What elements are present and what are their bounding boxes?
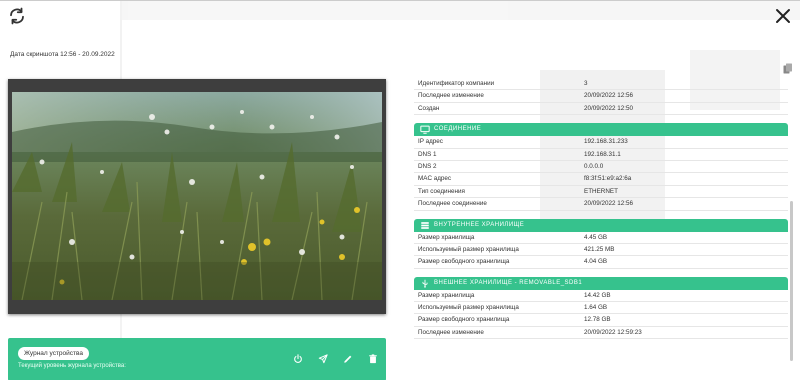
- info-value: 4.04 GB: [584, 258, 608, 266]
- info-value: 4.45 GB: [584, 233, 608, 241]
- info-value: 20/09/2022 12:56: [584, 200, 634, 208]
- info-key: DNS 1: [418, 150, 437, 158]
- screenshot-date: Дата скриншота 12:56 - 20.09.2022: [10, 51, 115, 58]
- external-storage-section: Внешнее хранилище - REMOVABLE_SDB1 Разме…: [414, 276, 788, 340]
- info-value: f8:3f:51:e9:a2:6a: [584, 175, 632, 183]
- section-header: Внешнее хранилище - REMOVABLE_SDB1: [414, 276, 788, 290]
- info-key: IP адрес: [418, 138, 443, 146]
- info-value: 1.64 GB: [584, 304, 608, 312]
- info-key: Последнее соединение: [418, 200, 487, 208]
- info-key: Размер хранилища: [418, 233, 475, 241]
- log-actions: [293, 354, 378, 364]
- info-row: IP адрес 192.168.31.233: [414, 136, 788, 149]
- device-log-panel: Журнал устройства Текущий уровень журнал…: [8, 338, 386, 380]
- monitor-icon: [420, 125, 430, 134]
- close-icon[interactable]: [774, 7, 792, 25]
- device-log-badge[interactable]: Журнал устройства: [18, 347, 90, 360]
- info-row: Последнее соединение 20/09/2022 12:56: [414, 198, 788, 211]
- info-key: Используемый размер хранилища: [418, 304, 519, 312]
- usb-icon: [422, 279, 428, 288]
- info-value: 3: [584, 80, 588, 87]
- info-key: DNS 2: [418, 162, 437, 170]
- internal-storage-section: Внутреннее хранилище Размер хранилища 4.4…: [414, 218, 788, 269]
- info-row: DNS 2 0.0.0.0: [414, 161, 788, 174]
- info-row: MAC адрес f8:3f:51:e9:a2:6a: [414, 173, 788, 186]
- info-row: Размер свободного хранилища 12.78 GB: [414, 314, 788, 327]
- scrollbar[interactable]: [790, 201, 793, 361]
- send-icon[interactable]: [318, 354, 328, 364]
- log-level-label: Текущий уровень журнала устройства:: [18, 363, 126, 369]
- info-value: 12.78 GB: [584, 316, 611, 324]
- info-value: 0.0.0.0: [584, 162, 604, 170]
- info-key: Используемый размер хранилища: [418, 245, 519, 253]
- meadow-image: [12, 92, 382, 300]
- info-key: Последнее изменение: [418, 328, 484, 336]
- screenshot-preview: [8, 79, 386, 314]
- device-info: Идентификатор компании 3 Последнее измене…: [414, 78, 788, 340]
- general-rows: Идентификатор компании 3 Последнее измене…: [414, 78, 788, 116]
- info-row: Создан 20/09/2022 12:50: [414, 103, 788, 116]
- power-icon[interactable]: [293, 354, 303, 364]
- info-value: 20/09/2022 12:50: [584, 104, 634, 112]
- info-key: Размер хранилища: [418, 291, 475, 299]
- info-row: Размер свободного хранилища 4.04 GB: [414, 256, 788, 269]
- info-key: Размер свободного хранилища: [418, 316, 510, 324]
- info-value: 421.25 MB: [584, 245, 615, 253]
- info-key: Последнее изменение: [418, 92, 484, 100]
- info-value: 20/09/2022 12:59:23: [584, 328, 642, 336]
- section-title: Внутреннее хранилище: [434, 221, 525, 228]
- list-icon: [421, 221, 429, 229]
- section-header: Соединение: [414, 123, 788, 137]
- info-key: Размер свободного хранилища: [418, 258, 510, 266]
- info-value: 192.168.31.1: [584, 150, 621, 158]
- section-header: Внутреннее хранилище: [414, 218, 788, 232]
- info-value: ETHERNET: [584, 187, 618, 195]
- info-key: Тип соединения: [418, 187, 465, 195]
- info-key: MAC адрес: [418, 175, 452, 183]
- info-key: Создан: [418, 104, 440, 112]
- info-row: Размер хранилища 4.45 GB: [414, 232, 788, 244]
- info-row: DNS 1 192.168.31.1: [414, 149, 788, 161]
- refresh-icon[interactable]: [8, 7, 26, 25]
- trash-icon[interactable]: [368, 354, 378, 364]
- info-row: Идентификатор компании 3: [414, 78, 788, 91]
- info-value: 14.42 GB: [584, 291, 611, 299]
- info-row: Последнее изменение 20/09/2022 12:59:23: [414, 327, 788, 340]
- info-key: Идентификатор компании: [418, 80, 495, 87]
- copy-icon[interactable]: [783, 63, 793, 75]
- section-title: Соединение: [434, 126, 482, 133]
- info-row: Используемый размер хранилища 421.25 MB: [414, 244, 788, 257]
- info-row: Размер хранилища 14.42 GB: [414, 290, 788, 303]
- info-row: Тип соединения ETHERNET: [414, 186, 788, 199]
- info-row: Последнее изменение 20/09/2022 12:56: [414, 90, 788, 103]
- info-value: 20/09/2022 12:56: [584, 92, 634, 100]
- connection-section: Соединение IP адрес 192.168.31.233 DNS 1 1…: [414, 123, 788, 211]
- edit-icon[interactable]: [343, 354, 353, 364]
- device-screenshot-modal: Дата скриншота 12:56 - 20.09.2022 Журнал…: [0, 0, 800, 380]
- info-row: Используемый размер хранилища 1.64 GB: [414, 302, 788, 315]
- info-value: 192.168.31.233: [584, 138, 628, 146]
- section-title: Внешнее хранилище - REMOVABLE_SDB1: [434, 279, 583, 286]
